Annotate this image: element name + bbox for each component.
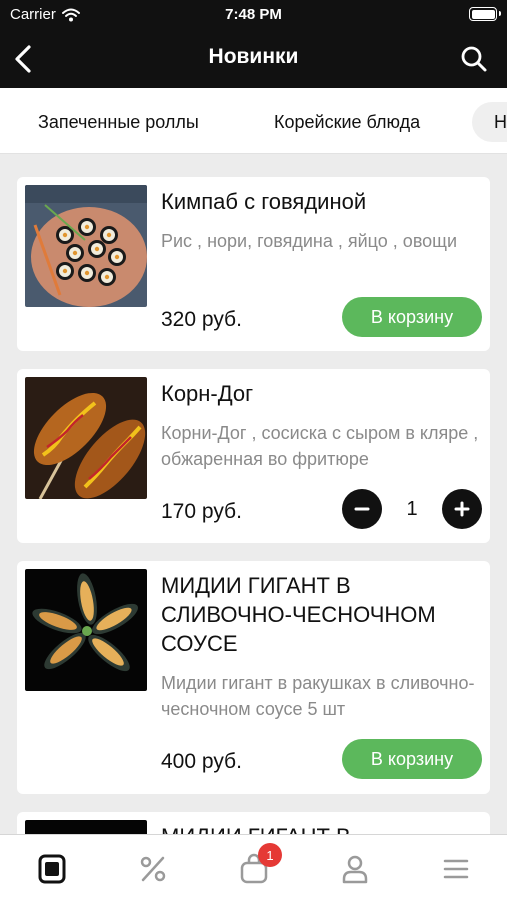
category-tab-new[interactable]: Н: [472, 102, 507, 142]
minus-icon: [354, 507, 370, 511]
search-icon: [461, 46, 487, 72]
category-tabs: Запеченные роллы Корейские блюда Н: [0, 88, 507, 154]
product-description: Мидии гигант в ракушках в сливочно-чесно…: [161, 673, 475, 719]
page-title: Новинки: [208, 45, 299, 68]
product-name: Корн-Дог: [161, 381, 254, 406]
product-image-corn-dog: [25, 377, 147, 499]
battery-icon: [469, 7, 501, 21]
product-description: Рис , нори, говядина , яйцо , овощи: [161, 231, 458, 251]
hamburger-menu-icon: [443, 859, 469, 879]
add-to-cart-button[interactable]: В корзину: [342, 297, 482, 337]
quantity-value: 1: [406, 498, 418, 520]
tab-promotions[interactable]: [133, 849, 173, 889]
product-name: МИДИИ ГИГАНТ В СЛИВОЧНО-ЧЕСНОЧНОМ СОУСЕ: [161, 573, 436, 656]
menu-book-icon: [38, 854, 66, 884]
tab-bar: 1: [0, 834, 507, 900]
navigation-bar: Новинки: [0, 30, 507, 88]
plus-icon: [454, 501, 470, 517]
product-description: Корни-Дог , сосиска с сыром в кляре , об…: [161, 423, 479, 469]
percent-icon: [140, 856, 166, 882]
tab-more[interactable]: [436, 849, 476, 889]
product-price: 170 руб.: [161, 500, 242, 523]
add-to-cart-button[interactable]: В корзину: [342, 739, 482, 779]
product-image-mussels: [25, 569, 147, 691]
product-price: 400 руб.: [161, 750, 242, 773]
increase-quantity-button[interactable]: [442, 489, 482, 529]
product-price: 320 руб.: [161, 308, 242, 331]
search-button[interactable]: [457, 42, 491, 76]
status-bar: Carrier 7:48 PM: [0, 0, 507, 30]
tab-cart[interactable]: 1: [234, 843, 282, 889]
tab-menu[interactable]: [32, 849, 72, 889]
category-tab-baked-rolls[interactable]: Запеченные роллы: [38, 102, 199, 142]
category-tab-korean-dishes[interactable]: Корейские блюда: [274, 102, 420, 142]
product-image-kimbap: [25, 185, 147, 307]
product-card[interactable]: МИДИИ ГИГАНТ В СЛИВОЧНО-ЧЕСНОЧНОМ СОУСЕ …: [17, 561, 490, 794]
tab-profile[interactable]: [335, 849, 375, 889]
cart-count-badge: 1: [258, 843, 282, 867]
product-card[interactable]: Корн-Дог Корни-Дог , сосиска с сыром в к…: [17, 369, 490, 543]
product-name: Кимпаб с говядиной: [161, 189, 367, 214]
status-time: 7:48 PM: [225, 6, 282, 23]
quantity-stepper: 1: [342, 489, 482, 529]
decrease-quantity-button[interactable]: [342, 489, 382, 529]
profile-icon: [342, 855, 368, 884]
product-card[interactable]: Кимпаб с говядиной Рис , нори, говядина …: [17, 177, 490, 351]
